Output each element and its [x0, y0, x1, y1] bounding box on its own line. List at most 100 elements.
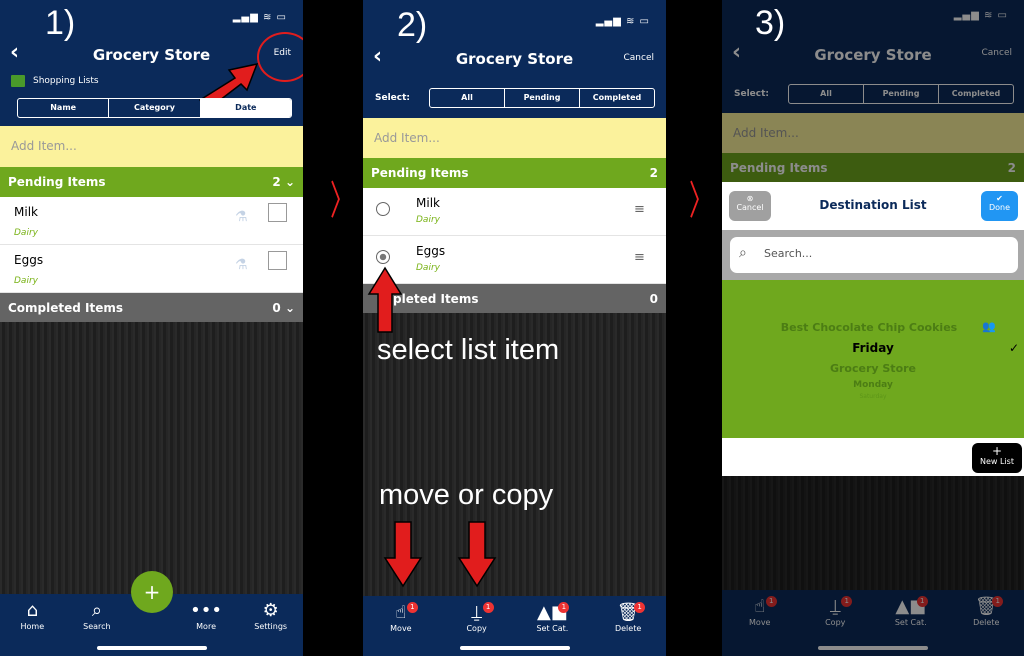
folder-link[interactable]: Shopping Lists — [33, 76, 99, 86]
list-item[interactable]: Eggs Dairy ⚗ — [0, 245, 303, 293]
pending-section-header[interactable]: Pending Items 2 — [363, 158, 666, 188]
delete-button[interactable]: 🗑 1 Delete — [598, 602, 658, 656]
trash-icon: 🗑 — [616, 602, 640, 623]
select-completed[interactable]: Completed — [580, 89, 654, 107]
panel-1: 1) ▂▄▆ ≋ ▭ ‹ Grocery Store Edit Shopping… — [0, 0, 303, 656]
toolbar-label: Delete — [973, 618, 1000, 627]
radio-button-selected[interactable] — [376, 250, 390, 264]
annotation-text: select list item — [377, 334, 560, 366]
search-input[interactable]: ⌕ Search... — [730, 237, 1018, 273]
checkmark-icon: ✔ — [996, 194, 1003, 203]
step-label: 3) — [755, 4, 786, 42]
completed-count: 0 — [649, 291, 658, 306]
item-name: Milk — [416, 196, 440, 210]
select-pending[interactable]: Pending — [505, 89, 580, 107]
home-indicator — [459, 646, 570, 650]
badge: 1 — [916, 596, 928, 607]
shapes-icon: ▲■ — [536, 602, 568, 623]
pending-count: 2 — [649, 166, 658, 180]
item-name: Eggs — [14, 253, 44, 267]
panel-3: ▂▄▆ ≋ ▭ ‹ Grocery Store Cancel Select: A… — [722, 0, 1024, 656]
completed-count: 0 — [272, 300, 281, 315]
sort-category[interactable]: Category — [109, 99, 201, 117]
microscope-icon[interactable]: ⚗ — [235, 209, 248, 225]
home-icon: ⌂ — [26, 600, 39, 621]
picker-option[interactable]: Saturday — [722, 393, 1024, 400]
status-bar-icons: ▂▄▆ ≋ ▭ — [232, 12, 287, 23]
select-completed[interactable]: Completed — [939, 85, 1013, 103]
completed-label: Completed Items — [8, 300, 124, 315]
drag-handle-icon[interactable]: ≡ — [634, 202, 645, 217]
new-list-button[interactable]: + New List — [972, 443, 1022, 473]
nav-home[interactable]: ⌂ Home — [2, 600, 62, 656]
add-item-input[interactable]: Add Item... — [722, 113, 1024, 153]
picker-option[interactable]: Best Chocolate Chip Cookies — [722, 321, 1016, 334]
page-title: Grocery Store — [455, 50, 574, 68]
picker-option[interactable]: Monday — [722, 380, 1024, 390]
pending-count: 2 — [1007, 160, 1016, 175]
select-pending[interactable]: Pending — [864, 85, 939, 103]
done-label: Done — [988, 203, 1011, 212]
picker-option[interactable]: Grocery Store — [722, 362, 1024, 375]
gear-icon: ⚙ — [262, 600, 279, 621]
nav-label: Settings — [254, 622, 288, 631]
modal-title: Destination List — [819, 198, 927, 212]
completed-section-header[interactable]: pleted Items 0 — [363, 284, 666, 313]
nav-settings[interactable]: ⚙ Settings — [241, 600, 301, 656]
nav-label: Search — [83, 622, 111, 631]
shared-users-icon: 👥 — [982, 320, 996, 333]
toolbar-label: Move — [390, 624, 412, 633]
radio-button[interactable] — [376, 202, 390, 216]
search-icon: ⌕ — [739, 245, 747, 261]
delete-button[interactable]: 🗑 1 Delete — [956, 596, 1016, 656]
cancel-button[interactable]: Cancel — [624, 53, 655, 63]
item-checkbox[interactable] — [268, 203, 287, 222]
drag-handle-icon[interactable]: ≡ — [634, 250, 645, 265]
badge: 1 — [482, 602, 494, 613]
chevron-down-icon: ⌄ — [284, 300, 295, 315]
home-indicator — [818, 646, 928, 650]
more-icon: ••• — [190, 600, 222, 621]
toolbar-label: Set Cat. — [894, 618, 927, 627]
annotation-text: move or copy — [379, 479, 554, 511]
list-item[interactable]: Milk Dairy ⚗ — [0, 197, 303, 245]
done-button[interactable]: ✔ Done — [981, 191, 1018, 221]
nav-label: More — [196, 622, 216, 631]
home-indicator — [96, 646, 207, 650]
folder-icon — [11, 75, 25, 87]
copy-stamp-icon: ⍊ — [829, 596, 841, 617]
item-category: Dairy — [416, 215, 440, 225]
item-name: Eggs — [416, 244, 446, 258]
item-category: Dairy — [416, 263, 440, 273]
add-item-input[interactable]: Add Item... — [0, 126, 303, 167]
sort-date[interactable]: Date — [200, 99, 291, 117]
page-title: Grocery Store — [814, 46, 932, 64]
add-fab-button[interactable]: + — [131, 571, 173, 613]
item-checkbox[interactable] — [268, 251, 287, 270]
select-all[interactable]: All — [789, 85, 864, 103]
shapes-icon: ▲■ — [895, 596, 927, 617]
completed-section-header[interactable]: Completed Items 0 ⌄ — [0, 293, 303, 322]
move-button[interactable]: ☝ 1 Move — [371, 602, 431, 656]
red-arrow-annotation — [383, 521, 423, 588]
picker-option-selected[interactable]: Friday — [722, 341, 1024, 355]
microscope-icon[interactable]: ⚗ — [235, 257, 248, 273]
sort-name[interactable]: Name — [18, 99, 110, 117]
pending-label: Pending Items — [730, 160, 828, 175]
pending-label: Pending Items — [371, 166, 469, 180]
toolbar-label: Set Cat. — [536, 624, 569, 633]
list-item[interactable]: Eggs Dairy ≡ — [363, 236, 666, 284]
select-all[interactable]: All — [430, 89, 505, 107]
status-bar-icons: ▂▄▆ ≋ ▭ — [595, 16, 650, 27]
red-arrow-annotation — [457, 521, 497, 588]
pending-section-header[interactable]: Pending Items 2 ⌄ — [0, 167, 303, 197]
cancel-button[interactable]: Cancel — [982, 48, 1013, 58]
move-icon: ☝ — [754, 596, 766, 617]
list-picker[interactable]: Best Chocolate Chip Cookies 👥 Friday ✓ G… — [722, 280, 1024, 438]
pending-section-header[interactable]: Pending Items 2 — [722, 153, 1024, 182]
add-item-input[interactable]: Add Item... — [363, 118, 666, 158]
toolbar-label: Move — [749, 618, 771, 627]
select-label: Select: — [375, 93, 411, 103]
list-item[interactable]: Milk Dairy ≡ — [363, 188, 666, 236]
move-button[interactable]: ☝ 1 Move — [730, 596, 790, 656]
